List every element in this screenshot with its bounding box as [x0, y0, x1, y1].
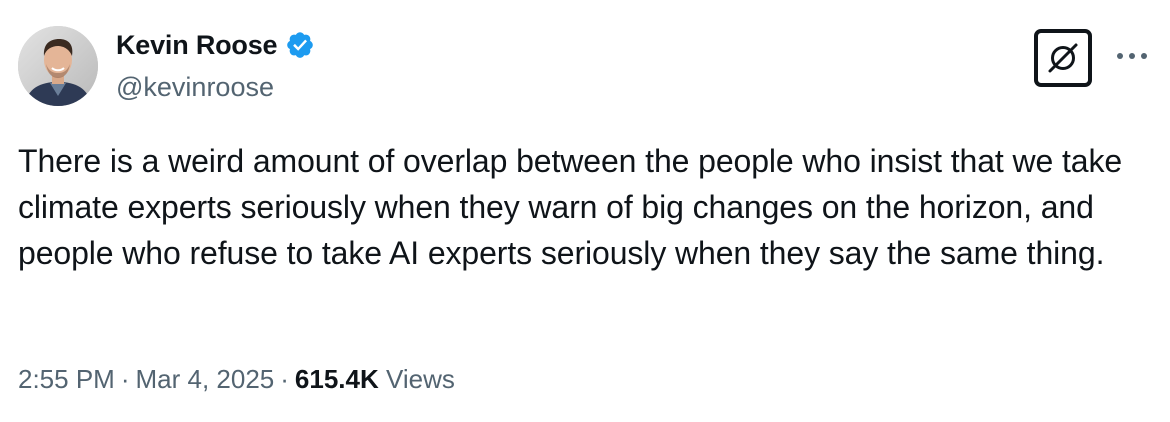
- meta-separator: ·: [120, 364, 130, 394]
- meta-separator: ·: [280, 364, 289, 394]
- avatar[interactable]: [18, 26, 98, 106]
- grok-icon: [1048, 43, 1078, 73]
- tweet-meta: 2:55 PM · Mar 4, 2025 · 615.4K Views: [18, 362, 455, 396]
- more-button[interactable]: [1112, 44, 1152, 68]
- tweet-text: There is a weird amount of overlap betwe…: [18, 143, 1123, 271]
- tweet-card: Kevin Roose @kevinroose There is a weird…: [0, 0, 1170, 422]
- grok-button[interactable]: [1034, 29, 1092, 87]
- views-label: Views: [386, 364, 455, 394]
- views-count[interactable]: 615.4K: [295, 364, 379, 394]
- tweet-time[interactable]: 2:55 PM: [18, 364, 115, 394]
- more-dots-icon: [1117, 53, 1147, 59]
- verified-badge-icon[interactable]: [285, 30, 315, 60]
- author-name-row: Kevin Roose: [116, 28, 315, 62]
- author-display-name[interactable]: Kevin Roose: [116, 28, 278, 62]
- tweet-date[interactable]: Mar 4, 2025: [136, 364, 275, 394]
- author-handle[interactable]: @kevinroose: [116, 70, 274, 104]
- avatar-photo: [18, 26, 98, 106]
